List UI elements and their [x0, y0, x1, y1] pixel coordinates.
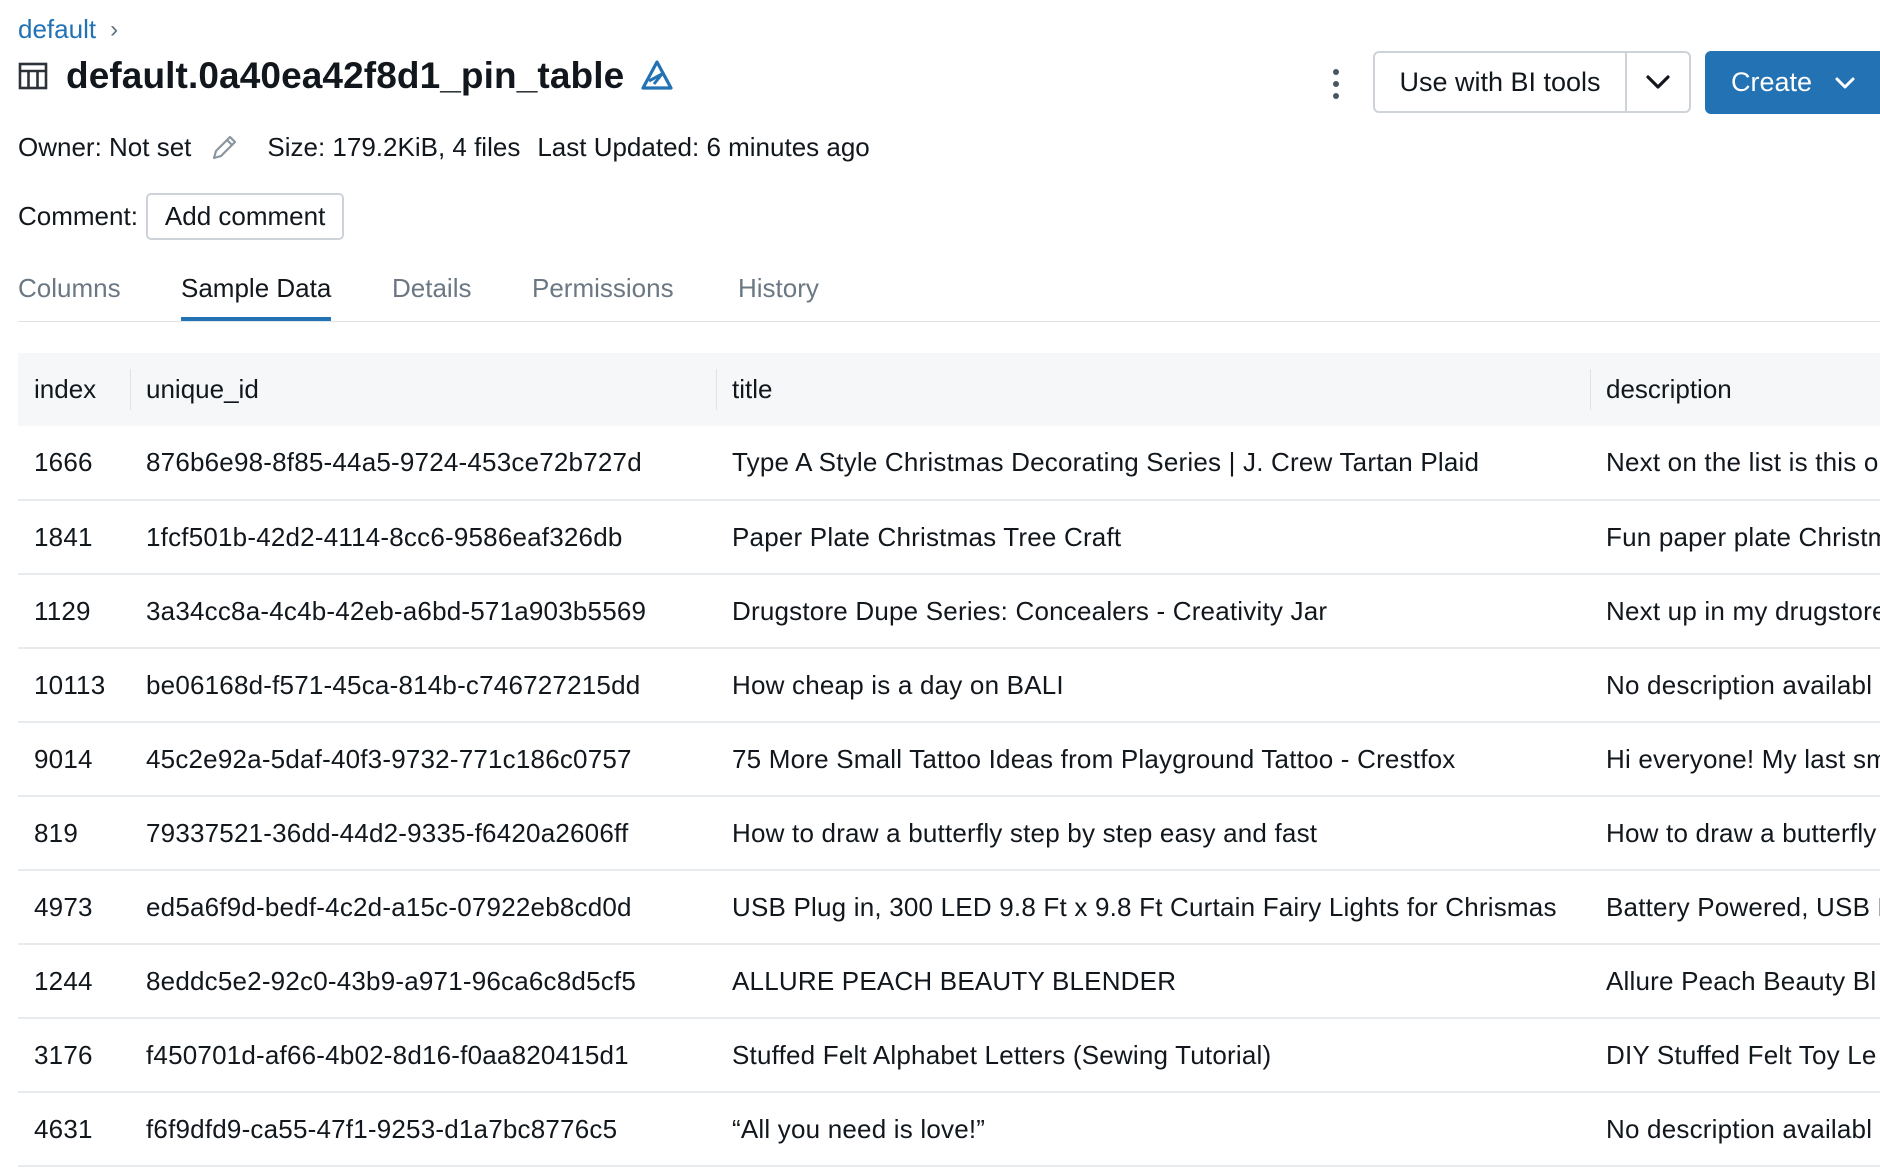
cell-description: No description availabl	[1606, 1113, 1873, 1144]
cell-unique-id: ed5a6f9d-bedf-4c2d-a15c-07922eb8cd0d	[146, 891, 632, 922]
table-row: 3176 f450701d-af66-4b02-8d16-f0aa820415d…	[18, 1018, 1880, 1092]
cell-unique-id: 876b6e98-8f85-44a5-9724-453ce72b727d	[146, 447, 642, 477]
cell-title: “All you need is love!”	[732, 1113, 986, 1144]
page-header: default.0a40ea42f8d1_pin_table	[18, 55, 674, 97]
cell-description: Hi everyone! My last sm	[1606, 743, 1880, 774]
table-explorer-page: default › default.0a40ea42f8d1_pin_table…	[0, 0, 1880, 1174]
table-row: 10113 be06168d-f571-45ca-814b-c746727215…	[18, 648, 1880, 722]
cell-index: 1244	[34, 965, 93, 996]
kebab-dot	[1333, 93, 1339, 99]
cell-unique-id: 45c2e92a-5daf-40f3-9732-771c186c0757	[146, 743, 632, 774]
cell-title: Stuffed Felt Alphabet Letters (Sewing Tu…	[732, 1039, 1272, 1070]
tab-bar: Columns Sample Data Details Permissions …	[18, 273, 1880, 322]
edit-owner-pencil-icon[interactable]	[209, 133, 239, 163]
cell-title: USB Plug in, 300 LED 9.8 Ft x 9.8 Ft Cur…	[732, 891, 1557, 922]
bi-tools-dropdown-button[interactable]	[1627, 53, 1689, 111]
breadcrumb: default ›	[18, 14, 118, 45]
add-comment-button[interactable]: Add comment	[145, 193, 345, 240]
cell-title: 75 More Small Tattoo Ideas from Playgrou…	[732, 743, 1456, 774]
table-meta: Owner: Not set Size: 179.2KiB, 4 files L…	[18, 132, 870, 163]
table-row: 1244 8eddc5e2-92c0-43b9-a971-96ca6c8d5cf…	[18, 944, 1880, 1018]
tab-history[interactable]: History	[738, 273, 819, 321]
create-button[interactable]: Create	[1705, 51, 1880, 114]
create-button-label: Create	[1731, 67, 1813, 97]
column-header-unique-id[interactable]: unique_id	[130, 353, 716, 426]
column-header-description[interactable]: description	[1590, 353, 1880, 426]
cell-title: Paper Plate Christmas Tree Craft	[732, 521, 1122, 552]
cell-index: 4973	[34, 891, 93, 922]
cell-index: 9014	[34, 743, 93, 774]
size-text: Size: 179.2KiB, 4 files	[267, 132, 521, 162]
cell-title: Drugstore Dupe Series: Concealers - Crea…	[732, 595, 1328, 626]
last-updated-text: Last Updated: 6 minutes ago	[537, 132, 870, 162]
table-icon	[18, 62, 48, 90]
cell-description: DIY Stuffed Felt Toy Le	[1606, 1039, 1877, 1070]
delta-icon	[641, 60, 673, 90]
breadcrumb-separator: ›	[110, 15, 119, 43]
table-row: 819 79337521-36dd-44d2-9335-f6420a2606ff…	[18, 796, 1880, 870]
cell-description: No description availabl	[1606, 669, 1873, 700]
chevron-down-icon	[1835, 77, 1855, 88]
cell-unique-id: 79337521-36dd-44d2-9335-f6420a2606ff	[146, 817, 629, 848]
cell-description: How to draw a butterfly	[1606, 817, 1877, 848]
cell-unique-id: f6f9dfd9-ca55-47f1-9253-d1a7bc8776c5	[146, 1113, 618, 1144]
cell-index: 1666	[34, 447, 93, 477]
table-row: 1841 1fcf501b-42d2-4114-8cc6-9586eaf326d…	[18, 500, 1880, 574]
tab-details[interactable]: Details	[392, 273, 471, 321]
use-with-bi-tools-button[interactable]: Use with BI tools	[1375, 53, 1627, 111]
cell-description: Allure Peach Beauty Bl	[1606, 965, 1877, 996]
cell-unique-id: be06168d-f571-45ca-814b-c746727215dd	[146, 669, 641, 700]
cell-description: Battery Powered, USB P	[1606, 891, 1880, 922]
column-header-index[interactable]: index	[18, 353, 130, 426]
table-body: 1666 876b6e98-8f85-44a5-9724-453ce72b727…	[18, 426, 1880, 1166]
table-row: 9014 45c2e92a-5daf-40f3-9732-771c186c075…	[18, 722, 1880, 796]
table-header-row: index unique_id title description	[18, 353, 1880, 426]
tab-sample-data[interactable]: Sample Data	[181, 273, 332, 321]
cell-index: 3176	[34, 1039, 93, 1070]
comment-row: Comment: Add comment	[18, 193, 345, 240]
cell-description: Next on the list is this o	[1606, 447, 1879, 477]
cell-unique-id: 1fcf501b-42d2-4114-8cc6-9586eaf326db	[146, 521, 623, 552]
cell-title: Type A Style Christmas Decorating Series…	[732, 447, 1480, 477]
comment-label: Comment:	[18, 201, 138, 231]
cell-index: 819	[34, 817, 78, 848]
cell-title: How to draw a butterfly step by step eas…	[732, 817, 1318, 848]
tab-columns[interactable]: Columns	[18, 273, 121, 321]
table-row: 1666 876b6e98-8f85-44a5-9724-453ce72b727…	[18, 426, 1880, 500]
table-row: 1129 3a34cc8a-4c4b-42eb-a6bd-571a903b556…	[18, 574, 1880, 648]
tab-permissions[interactable]: Permissions	[532, 273, 674, 321]
table-row: 4631 f6f9dfd9-ca55-47f1-9253-d1a7bc8776c…	[18, 1092, 1880, 1166]
cell-index: 10113	[34, 669, 106, 700]
cell-index: 4631	[34, 1113, 93, 1144]
chevron-down-icon	[1646, 75, 1670, 89]
cell-unique-id: 3a34cc8a-4c4b-42eb-a6bd-571a903b5569	[146, 595, 647, 626]
bi-tools-button-group: Use with BI tools	[1373, 51, 1691, 113]
kebab-menu-icon[interactable]	[1318, 62, 1354, 106]
cell-description: Next up in my drugstore	[1606, 595, 1880, 626]
sample-data-table-container: index unique_id title description 1666 8…	[18, 353, 1880, 1167]
sample-data-table: index unique_id title description 1666 8…	[18, 353, 1880, 1167]
table-row: 4973 ed5a6f9d-bedf-4c2d-a15c-07922eb8cd0…	[18, 870, 1880, 944]
breadcrumb-default-link[interactable]: default	[18, 14, 96, 45]
kebab-dot	[1333, 69, 1339, 75]
cell-unique-id: 8eddc5e2-92c0-43b9-a971-96ca6c8d5cf5	[146, 965, 637, 996]
owner-text: Owner: Not set	[18, 132, 192, 162]
column-header-title[interactable]: title	[716, 353, 1590, 426]
cell-title: ALLURE PEACH BEAUTY BLENDER	[732, 965, 1177, 996]
cell-index: 1841	[34, 521, 93, 552]
kebab-dot	[1333, 81, 1339, 87]
cell-index: 1129	[34, 595, 91, 626]
create-caret	[1834, 76, 1856, 90]
cell-unique-id: f450701d-af66-4b02-8d16-f0aa820415d1	[146, 1039, 629, 1070]
cell-description: Fun paper plate Christm	[1606, 521, 1880, 552]
cell-title: How cheap is a day on BALI	[732, 669, 1064, 700]
page-title: default.0a40ea42f8d1_pin_table	[66, 55, 625, 96]
